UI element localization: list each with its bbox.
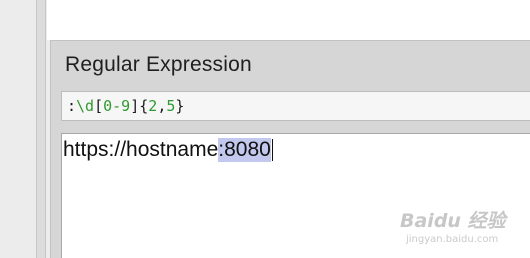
regex-token-range: 0-9 — [103, 97, 131, 115]
test-string-unmatched: https://hostname — [63, 138, 219, 161]
regex-panel: Regular Expression : \d[0-9]{2, 5} https:/… — [50, 40, 530, 258]
panel-title: Regular Expression — [65, 53, 252, 76]
regex-token-close-bracket-brace: ]{ — [130, 97, 149, 115]
regex-token-comma: , — [157, 97, 167, 115]
regex-token-min: 2 — [148, 97, 158, 115]
top-content-area — [47, 0, 530, 40]
regex-input[interactable]: : \d[0-9]{2, 5} — [61, 91, 530, 121]
test-string-text: https://hostname:8080 — [63, 138, 274, 162]
regex-token-open-bracket: [ — [94, 97, 104, 115]
left-sidebar — [0, 0, 36, 258]
regex-token-colon: : — [67, 97, 77, 115]
regex-token-close-brace: } — [175, 97, 185, 115]
regex-token-max: 5 — [166, 97, 176, 115]
match-highlight: :8080 — [218, 138, 271, 162]
pane-splitter[interactable] — [36, 0, 46, 258]
regex-token-digit-escape: \d — [76, 97, 95, 115]
test-string-editor[interactable]: https://hostname:8080 — [61, 133, 530, 258]
text-caret — [271, 139, 274, 161]
